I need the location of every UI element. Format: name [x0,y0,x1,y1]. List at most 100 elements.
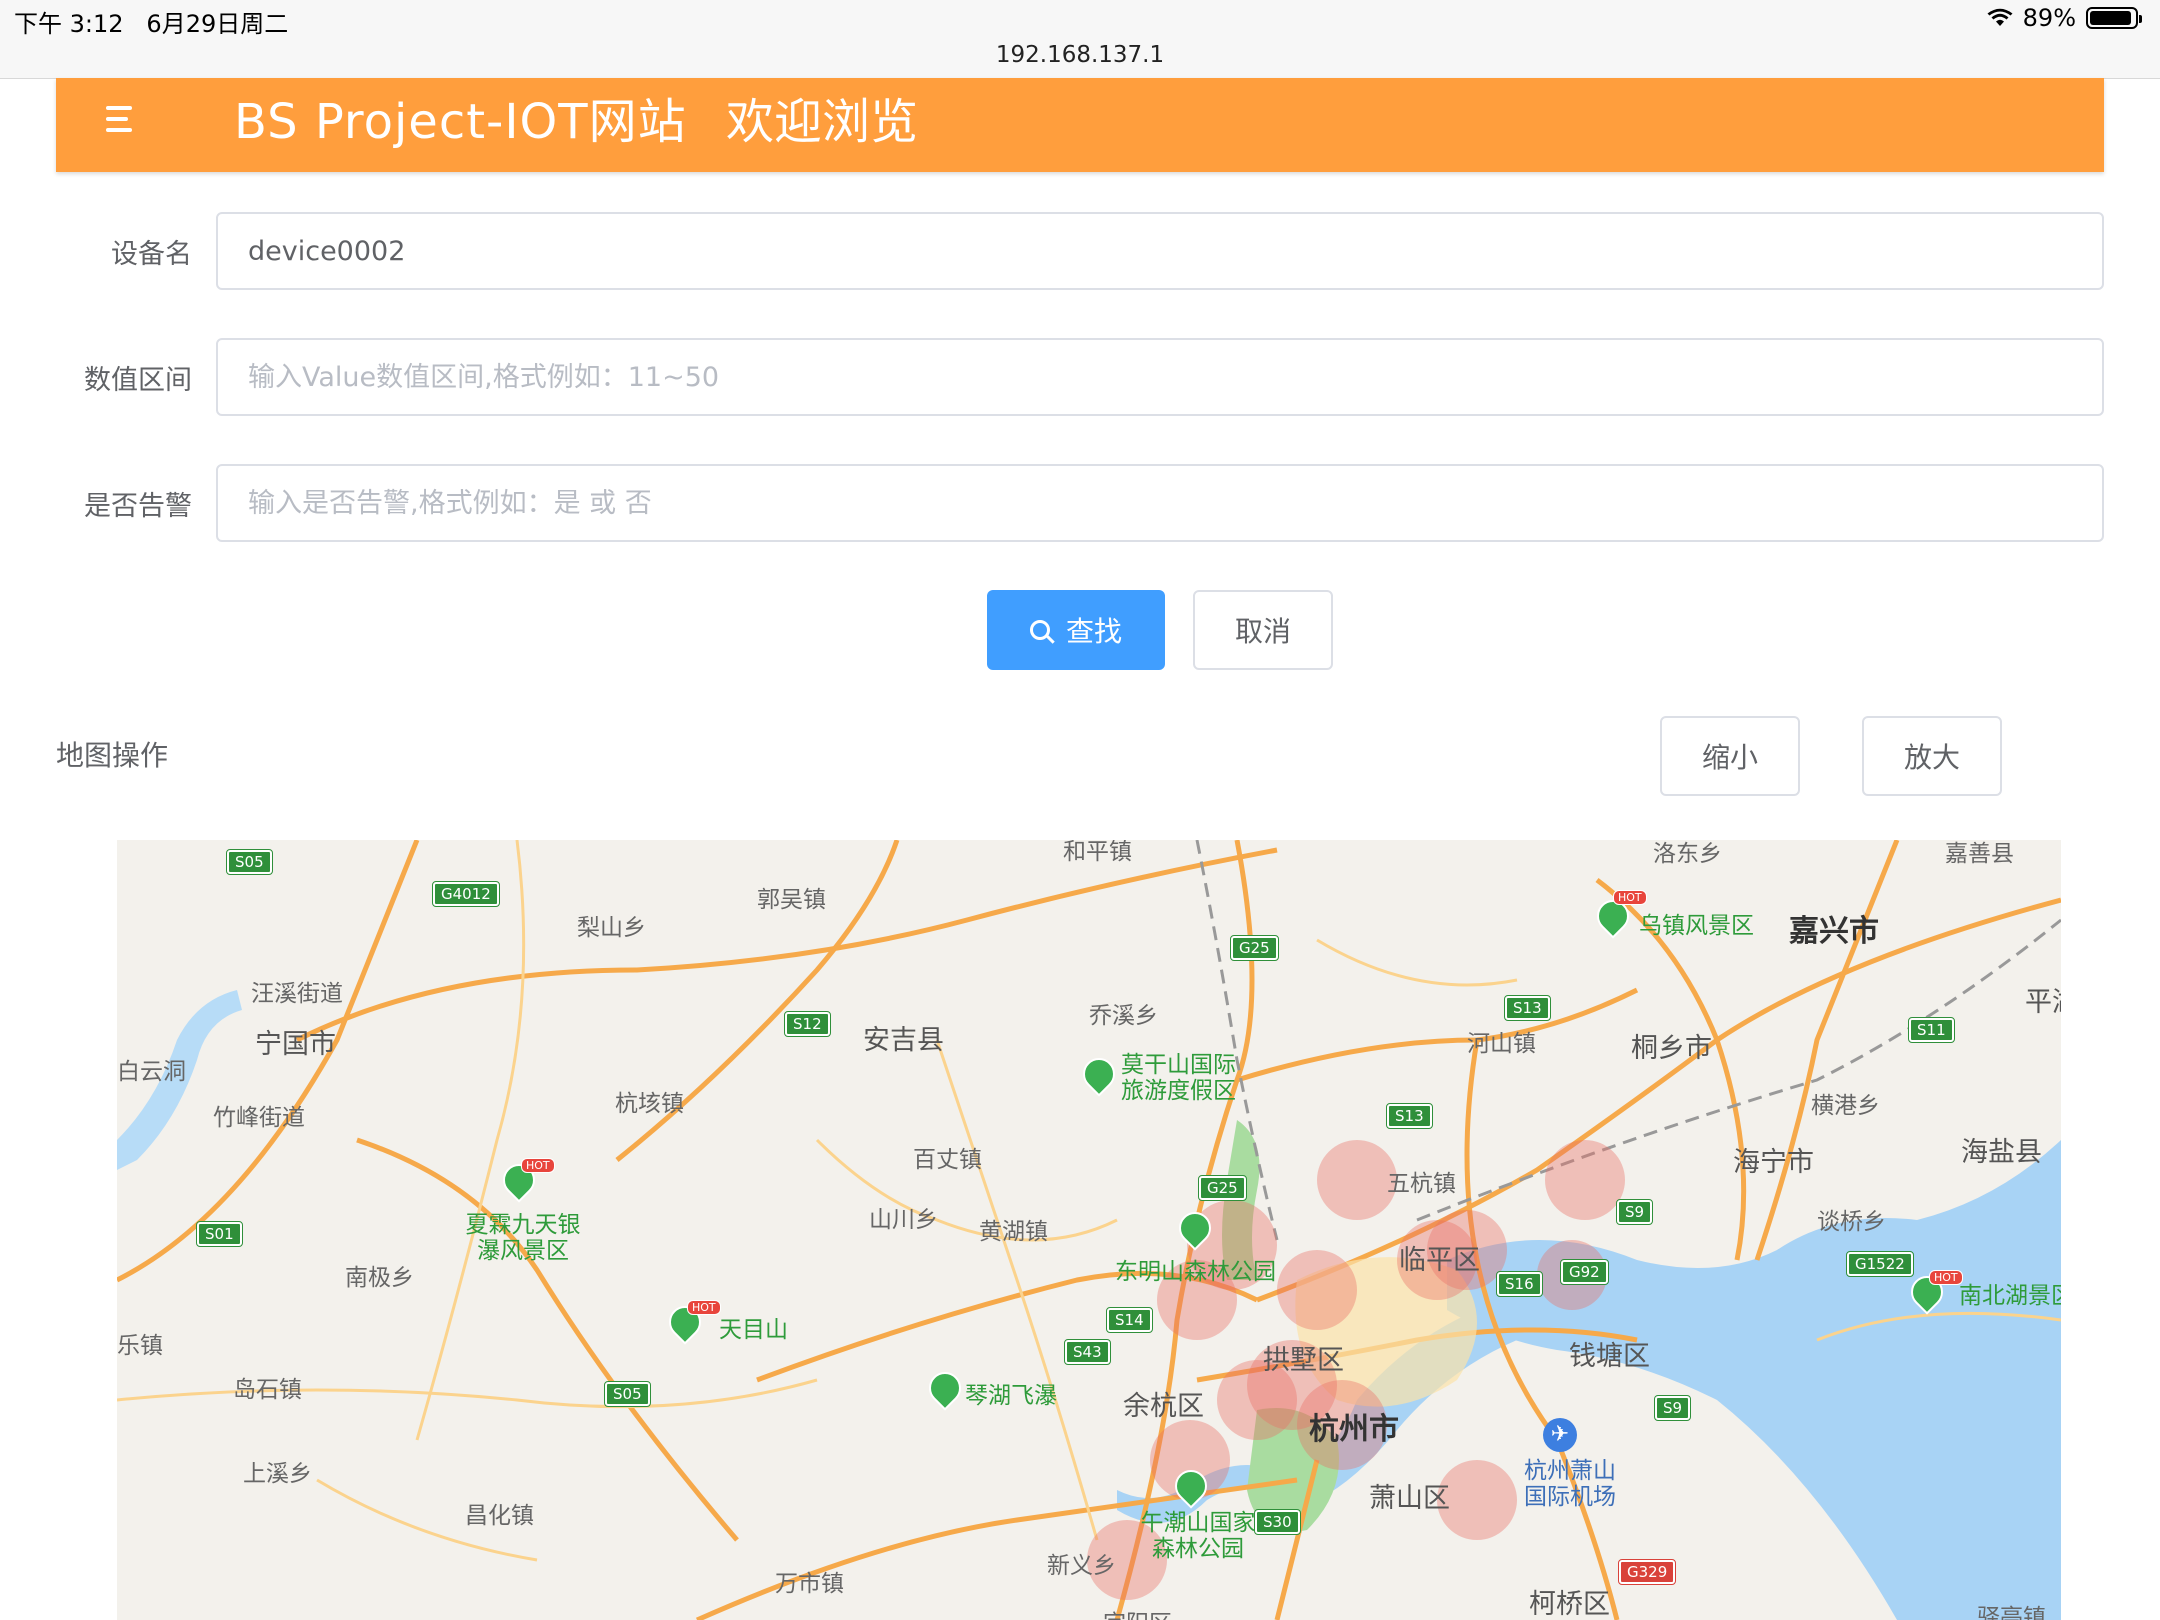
cancel-button[interactable]: 取消 [1193,590,1333,670]
map-label: 横港乡 [1811,1093,1880,1119]
map-operation-label: 地图操作 [56,739,169,772]
value-range-input[interactable] [216,338,2104,416]
heat-point [1317,1140,1397,1220]
heat-point [1545,1140,1625,1220]
cancel-button-label: 取消 [1234,615,1291,648]
wifi-icon [1987,8,2013,26]
status-date-text: 6月29日周二 [146,10,289,38]
map-label: 杭州市 [1309,1412,1399,1447]
map-label: 上溪乡 [243,1461,312,1487]
alarm-label: 是否告警 [84,491,192,522]
map-label: 南极乡 [345,1265,414,1291]
zoom-in-button[interactable]: 放大 [1862,716,2002,796]
zoom-out-label: 缩小 [1701,741,1758,774]
device-name-input[interactable] [216,212,2104,290]
status-time: 下午 3:12 6月29日周二 [14,4,288,39]
map-label: 临平区 [1399,1245,1480,1276]
heat-point [1277,1250,1357,1330]
road-shield: G329 [1617,1559,1677,1585]
map-label: 洛东乡 [1653,841,1722,867]
map-label: 宗阳区 [1103,1604,1172,1620]
road-shield: S11 [1908,1017,1955,1043]
map-label: 嘉善县 [1945,841,2014,867]
road-shield: S01 [196,1221,243,1247]
menu-icon[interactable] [106,102,140,136]
poi-label: 夏霖九天银瀑风景区 [465,1212,581,1264]
map-label: 宁国市 [255,1029,336,1060]
map-label: 岛石镇 [233,1377,302,1403]
map-label: 万市镇 [775,1571,844,1597]
poi-label: 午潮山国家森林公园 [1140,1510,1256,1562]
map-label: 海盐县 [1961,1137,2042,1168]
poi-label: 天目山 [719,1317,788,1343]
map-label: 乐镇 [117,1333,163,1359]
road-shield: S16 [1496,1271,1543,1297]
map-label: 梨山乡 [577,915,646,941]
map-label: 谈桥乡 [1817,1209,1886,1235]
battery-icon [2086,7,2142,29]
map-base-layer [117,840,2061,1620]
road-shield: S43 [1064,1339,1111,1365]
map-label: 安吉县 [863,1025,944,1056]
map-label: 五杭镇 [1387,1171,1456,1197]
road-shield: G4012 [432,881,500,907]
road-shield: S14 [1106,1307,1153,1333]
welcome-text: 欢迎浏览 [726,94,919,150]
search-icon [1029,620,1050,640]
map-label: 拱墅区 [1263,1345,1344,1376]
address-bar[interactable]: 192.168.137.1 [0,40,2160,79]
map-label: 和平镇 [1063,840,1132,865]
status-time-text: 下午 3:12 [14,10,124,38]
map-label: 海宁市 [1733,1147,1814,1178]
map-label: 百丈镇 [913,1147,982,1173]
map-label: 山川乡 [869,1207,938,1233]
map-label: 昌化镇 [465,1503,534,1529]
road-shield: G25 [1230,935,1279,961]
road-shield: S9 [1615,1199,1654,1225]
zoom-out-button[interactable]: 缩小 [1660,716,1800,796]
road-shield: G92 [1560,1259,1609,1285]
poi-label: 乌镇风景区 [1639,913,1754,939]
road-shield: S12 [784,1011,831,1037]
map-label: 乔溪乡 [1089,1003,1158,1029]
poi-label: 南北湖景区 [1959,1283,2061,1309]
map-label: 钱塘区 [1569,1341,1650,1372]
ios-status-bar: 下午 3:12 6月29日周二 89% [0,0,2160,40]
airplane-icon: ✈ [1543,1418,1577,1452]
alarm-input[interactable] [216,464,2104,542]
map-label: 新义乡 [1047,1553,1116,1579]
hot-tag: HOT [687,1300,721,1315]
search-button-label: 查找 [1065,615,1122,648]
poi-label: 琴湖飞瀑 [965,1383,1057,1409]
search-button[interactable]: 查找 [987,590,1165,670]
road-shield: S9 [1653,1395,1692,1421]
map-label: 杭垓镇 [615,1091,684,1117]
map-label: 白云洞 [117,1059,186,1085]
map-label: 平湖 [2025,987,2061,1018]
map-label: 驿亭镇 [1977,1605,2046,1620]
map-label: 萧山区 [1369,1483,1450,1514]
site-header: BS Project-IOT网站 欢迎浏览 [56,78,2104,172]
poi-label: 杭州萧山国际机场 [1524,1458,1616,1510]
map-label: 嘉兴市 [1789,914,1879,949]
url-text: 192.168.137.1 [995,42,1165,68]
road-shield: S13 [1386,1103,1433,1129]
map-label: 竹峰街道 [213,1105,305,1131]
hot-tag: HOT [1929,1270,1963,1285]
road-shield: G25 [1198,1175,1247,1201]
hot-tag: HOT [1613,890,1647,905]
road-shield: S05 [226,849,273,875]
site-title: BS Project-IOT网站 [234,94,687,150]
hot-tag: HOT [521,1158,555,1173]
device-name-label: 设备名 [111,239,192,270]
poi-label: 东明山森林公园 [1115,1259,1276,1285]
map-label: 柯桥区 [1529,1589,1610,1620]
heatmap-map[interactable]: S05 G4012 G25 S12 S13 S11 S13 S01 G25 S1… [117,840,2061,1620]
road-shield: G1522 [1846,1251,1914,1277]
map-label: 郭吴镇 [757,887,826,913]
map-label: 桐乡市 [1631,1033,1712,1064]
road-shield: S05 [604,1381,651,1407]
zoom-in-label: 放大 [1903,741,1960,774]
value-range-label: 数值区间 [84,365,192,396]
map-label: 黄湖镇 [979,1219,1048,1245]
